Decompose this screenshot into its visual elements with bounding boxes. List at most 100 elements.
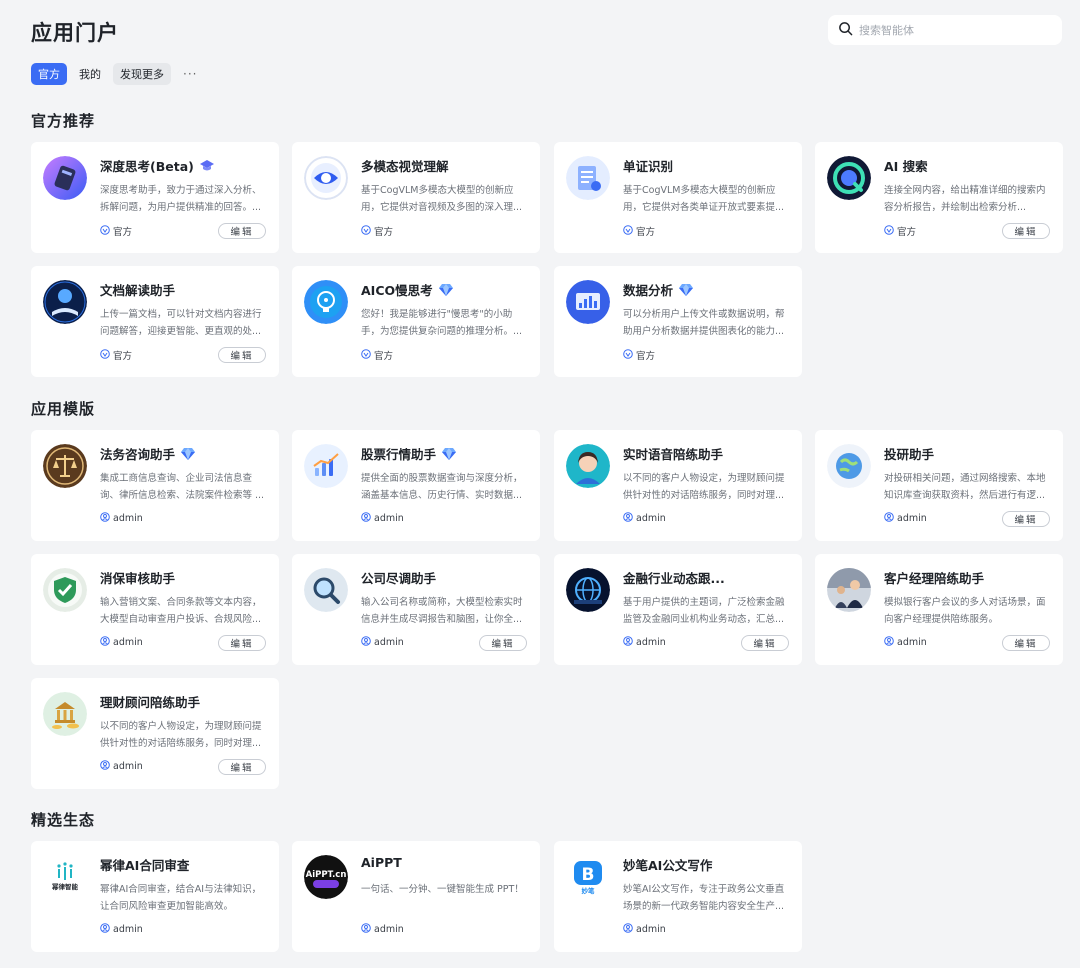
app-card-title: 文档解读助手 — [100, 280, 175, 299]
app-card-owner-label: admin — [636, 924, 666, 935]
app-card-title: AI 搜索 — [884, 156, 928, 175]
app-card-title: 法务咨询助手 — [100, 444, 196, 463]
app-card-owner: admin — [361, 512, 404, 525]
app-card-owner: 官方 — [361, 348, 393, 362]
edit-button[interactable]: 编辑 — [479, 635, 527, 651]
powerlaw-logo-text: 幂律智能 — [51, 882, 79, 891]
app-card-title: AICO慢思考 — [361, 280, 454, 299]
app-card-owner: 官方 — [100, 348, 132, 362]
edit-button[interactable]: 编辑 — [1002, 635, 1050, 651]
svg-text:B: B — [582, 865, 595, 885]
app-card-description: 以不同的客户人物设定，为理财顾问提供针对性的对话陪练服务，同时对理... — [623, 473, 785, 501]
app-card[interactable]: 理财顾问陪练助手 以不同的客户人物设定，为理财顾问提供针对性的对话陪练服务，同时对… — [31, 678, 279, 789]
app-card-owner: 官方 — [884, 224, 916, 238]
app-card[interactable]: 公司尽调助手 输入公司名称或简称，大模型检索实时信息并生成尽调报告和脑图，让你全.… — [292, 554, 540, 665]
app-card[interactable]: AiPPT.cn AiPPT 一句话、一分钟、一键智能生成 PPT！ admin — [292, 841, 540, 952]
app-card-owner-label: admin — [897, 513, 927, 524]
edit-button[interactable]: 编辑 — [218, 223, 266, 239]
search-icon — [838, 21, 853, 40]
app-card-owner-label: admin — [113, 761, 143, 772]
user-icon — [361, 512, 374, 525]
app-card-title: 公司尽调助手 — [361, 568, 436, 587]
app-card-owner-label: admin — [113, 924, 143, 935]
edit-button[interactable]: 编辑 — [741, 635, 789, 651]
app-card-title-text: AiPPT — [361, 855, 402, 870]
diamond-icon — [438, 283, 454, 297]
app-card-owner-label: admin — [113, 637, 143, 648]
aippt-logo-text: AiPPT.cn — [306, 870, 347, 880]
app-card-owner: admin — [100, 512, 143, 525]
app-card-description: 可以分析用户上传文件或数据说明，帮助用户分析数据并提供图表化的能力... — [623, 309, 785, 337]
app-card[interactable]: 客户经理陪练助手 模拟银行客户会议的多人对话场景，面向客户经理提供陪练服务。 adm… — [815, 554, 1063, 665]
diamond-icon — [441, 447, 457, 461]
app-card-owner: admin — [884, 636, 927, 649]
user-icon — [100, 636, 113, 649]
edit-button[interactable]: 编辑 — [1002, 223, 1050, 239]
app-card-owner: 官方 — [100, 224, 132, 238]
app-card-owner: 官方 — [623, 224, 655, 238]
tab-bar: 官方 我的 发现更多 ··· — [31, 63, 209, 85]
app-card-title: 金融行业动态跟... — [623, 568, 725, 587]
app-card[interactable]: 多模态视觉理解 基于CogVLM多模态大模型的创新应用，它提供对音视频及多图的深入… — [292, 142, 540, 253]
app-card-description: 集成工商信息查询、企业司法信息查询、律所信息检索、法院案件检索等 ... — [100, 473, 265, 501]
section-title: 应用模版 — [31, 400, 96, 418]
app-card[interactable]: 单证识别 基于CogVLM多模态大模型的创新应用，它提供对各类单证开放式要素提..… — [554, 142, 802, 253]
user-icon — [623, 923, 636, 936]
app-card[interactable]: 法务咨询助手集成工商信息查询、企业司法信息查询、律所信息检索、法院案件检索等 .… — [31, 430, 279, 541]
app-card-title: 投研助手 — [884, 444, 934, 463]
app-card[interactable]: 深度思考(Beta) 深度思考助手，致力于通过深入分析、拆解问题，为用户提供精准的… — [31, 142, 279, 253]
app-card-owner-label: admin — [636, 637, 666, 648]
app-card-owner-label: admin — [113, 513, 143, 524]
app-card-description: 一句话、一分钟、一键智能生成 PPT！ — [361, 884, 524, 895]
app-card-owner: admin — [361, 923, 404, 936]
app-card-title: 幂律AI合同审查 — [100, 855, 189, 874]
tab-discover-more[interactable]: 发现更多 — [113, 63, 171, 85]
app-card-title: 深度思考(Beta) — [100, 156, 215, 175]
edit-button[interactable]: 编辑 — [1002, 511, 1050, 527]
app-card[interactable]: AICO慢思考您好！我是能够进行"慢思考"的小助手，为您提供复杂问题的推理分析。… — [292, 266, 540, 377]
edit-button[interactable]: 编辑 — [218, 759, 266, 775]
search-input[interactable] — [859, 23, 1039, 37]
edit-button[interactable]: 编辑 — [218, 347, 266, 363]
tab-mine[interactable]: 我的 — [75, 63, 105, 85]
app-card-title-text: 投研助手 — [884, 447, 935, 462]
app-card-title-text: 消保审核助手 — [100, 571, 176, 586]
app-card-description: 基于CogVLM多模态大模型的创新应用，它提供对音视频及多图的深入理... — [361, 185, 523, 213]
app-card-title-text: 文档解读助手 — [100, 283, 176, 298]
app-card-description: 妙笔AI公文写作，专注于政务公文垂直场景的新一代政务智能内容安全生产... — [623, 884, 785, 912]
app-card-description: 您好！我是能够进行"慢思考"的小助手，为您提供复杂问题的推理分析。... — [361, 309, 523, 337]
page-title: 应用门户 — [31, 21, 119, 45]
tab-official[interactable]: 官方 — [31, 63, 67, 85]
verified-icon — [623, 224, 636, 238]
aippt-logo-icon: AiPPT.cn — [304, 855, 348, 899]
app-card[interactable]: 消保审核助手 输入营销文案、合同条款等文本内容，大模型自动审查用户投诉、合规风险.… — [31, 554, 279, 665]
verified-icon — [623, 348, 636, 362]
app-card-owner-label: admin — [636, 513, 666, 524]
app-card-owner: 官方 — [623, 348, 655, 362]
voice-avatar-icon — [566, 444, 610, 488]
app-card[interactable]: 幂律智能 幂律AI合同审查 幂律AI合同审查，结合AI与法律知识，让合同风险审查更加… — [31, 841, 279, 952]
user-icon — [361, 636, 374, 649]
app-card-owner-label: admin — [374, 924, 404, 935]
app-card-title-text: 幂律AI合同审查 — [100, 858, 190, 873]
slow-thinking-icon — [304, 280, 348, 324]
app-card[interactable]: 股票行情助手 提供全面的股票数据查询与深度分析，涵盖基本信息、历史行情、实时数据.… — [292, 430, 540, 541]
more-options-button[interactable]: ··· — [179, 63, 201, 85]
app-card[interactable]: AI 搜索 连接全网内容，给出精准详细的搜索内容分析报告，并绘制出检索分析... 官… — [815, 142, 1063, 253]
app-card[interactable]: 投研助手 对投研相关问题，通过网络搜索、本地知识库查询获取资料，然后进行有逻...… — [815, 430, 1063, 541]
app-card-title: AiPPT — [361, 855, 402, 870]
app-card-title-text: AI 搜索 — [884, 159, 928, 174]
edit-button[interactable]: 编辑 — [218, 635, 266, 651]
search-box[interactable] — [828, 15, 1062, 45]
app-card[interactable]: B 妙笔 妙笔AI公文写作 妙笔AI公文写作，专注于政务公文垂直场景的新一代政务智能内… — [554, 841, 802, 952]
verified-icon — [100, 348, 113, 362]
app-card[interactable]: 文档解读助手 上传一篇文档，可以针对文档内容进行问题解答，迎接更智能、更直观的处.… — [31, 266, 279, 377]
document-reading-icon — [43, 280, 87, 324]
app-card-description: 基于用户提供的主题词，广泛检索金融监管及金融同业机构业务动态，汇总... — [623, 597, 785, 625]
app-card-description: 基于CogVLM多模态大模型的创新应用，它提供对各类单证开放式要素提... — [623, 185, 785, 213]
app-card[interactable]: 数据分析 可以分析用户上传文件或数据说明，帮助用户分析数据并提供图表化的能力...… — [554, 266, 802, 377]
app-card-title-text: 股票行情助手 — [361, 447, 437, 462]
app-card[interactable]: 金融行业动态跟... 基于用户提供的主题词，广泛检索金融监管及金融同业机构业务动态… — [554, 554, 802, 665]
user-icon — [884, 636, 897, 649]
app-card[interactable]: 实时语音陪练助手 以不同的客户人物设定，为理财顾问提供针对性的对话陪练服务，同时对… — [554, 430, 802, 541]
